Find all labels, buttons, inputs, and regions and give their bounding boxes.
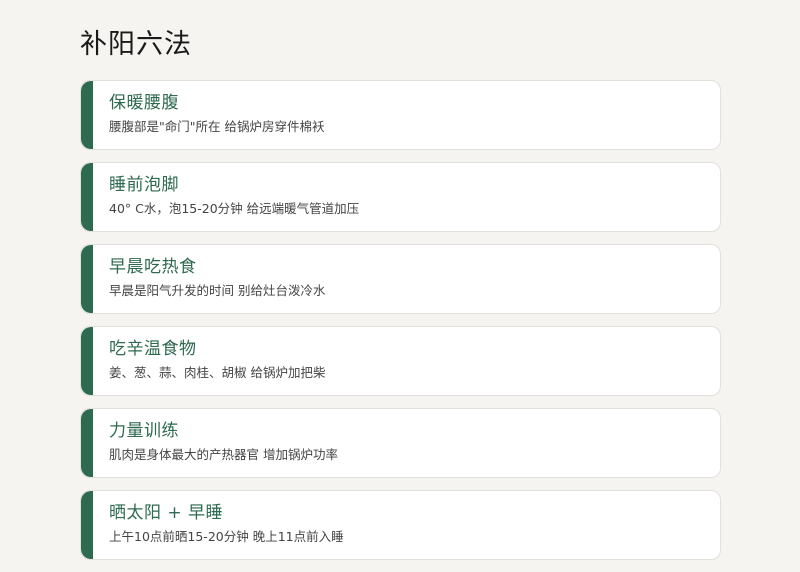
method-card-keep-waist-warm: 保暖腰腹 腰腹部是"命门"所在 给锅炉房穿件棉袄 — [80, 80, 721, 150]
method-title: 保暖腰腹 — [109, 93, 179, 113]
accent-bar — [81, 409, 93, 477]
method-title: 早晨吃热食 — [109, 257, 197, 277]
method-card-sun-and-sleep: 晒太阳 + 早睡 上午10点前晒15-20分钟 晚上11点前入睡 — [80, 490, 721, 560]
method-list: 保暖腰腹 腰腹部是"命门"所在 给锅炉房穿件棉袄 睡前泡脚 40° C水，泡15… — [80, 80, 721, 572]
method-title: 力量训练 — [109, 421, 179, 441]
method-card-foot-soak: 睡前泡脚 40° C水，泡15-20分钟 给远端暖气管道加压 — [80, 162, 721, 232]
method-title: 晒太阳 + 早睡 — [109, 503, 224, 523]
method-card-strength-training: 力量训练 肌肉是身体最大的产热器官 增加锅炉功率 — [80, 408, 721, 478]
method-card-warm-spicy-food: 吃辛温食物 姜、葱、蒜、肉桂、胡椒 给锅炉加把柴 — [80, 326, 721, 396]
accent-bar — [81, 163, 93, 231]
method-title: 睡前泡脚 — [109, 175, 179, 195]
accent-bar — [81, 81, 93, 149]
method-card-hot-breakfast: 早晨吃热食 早晨是阳气升发的时间 别给灶台泼冷水 — [80, 244, 721, 314]
accent-bar — [81, 327, 93, 395]
method-description: 40° C水，泡15-20分钟 给远端暖气管道加压 — [109, 201, 360, 216]
method-description: 早晨是阳气升发的时间 别给灶台泼冷水 — [109, 283, 326, 298]
method-description: 上午10点前晒15-20分钟 晚上11点前入睡 — [109, 529, 344, 544]
method-description: 姜、葱、蒜、肉桂、胡椒 给锅炉加把柴 — [109, 365, 326, 380]
accent-bar — [81, 245, 93, 313]
method-title: 吃辛温食物 — [109, 339, 197, 359]
page-title: 补阳六法 — [80, 29, 192, 60]
method-description: 腰腹部是"命门"所在 给锅炉房穿件棉袄 — [109, 119, 325, 134]
method-description: 肌肉是身体最大的产热器官 增加锅炉功率 — [109, 447, 338, 462]
accent-bar — [81, 491, 93, 559]
